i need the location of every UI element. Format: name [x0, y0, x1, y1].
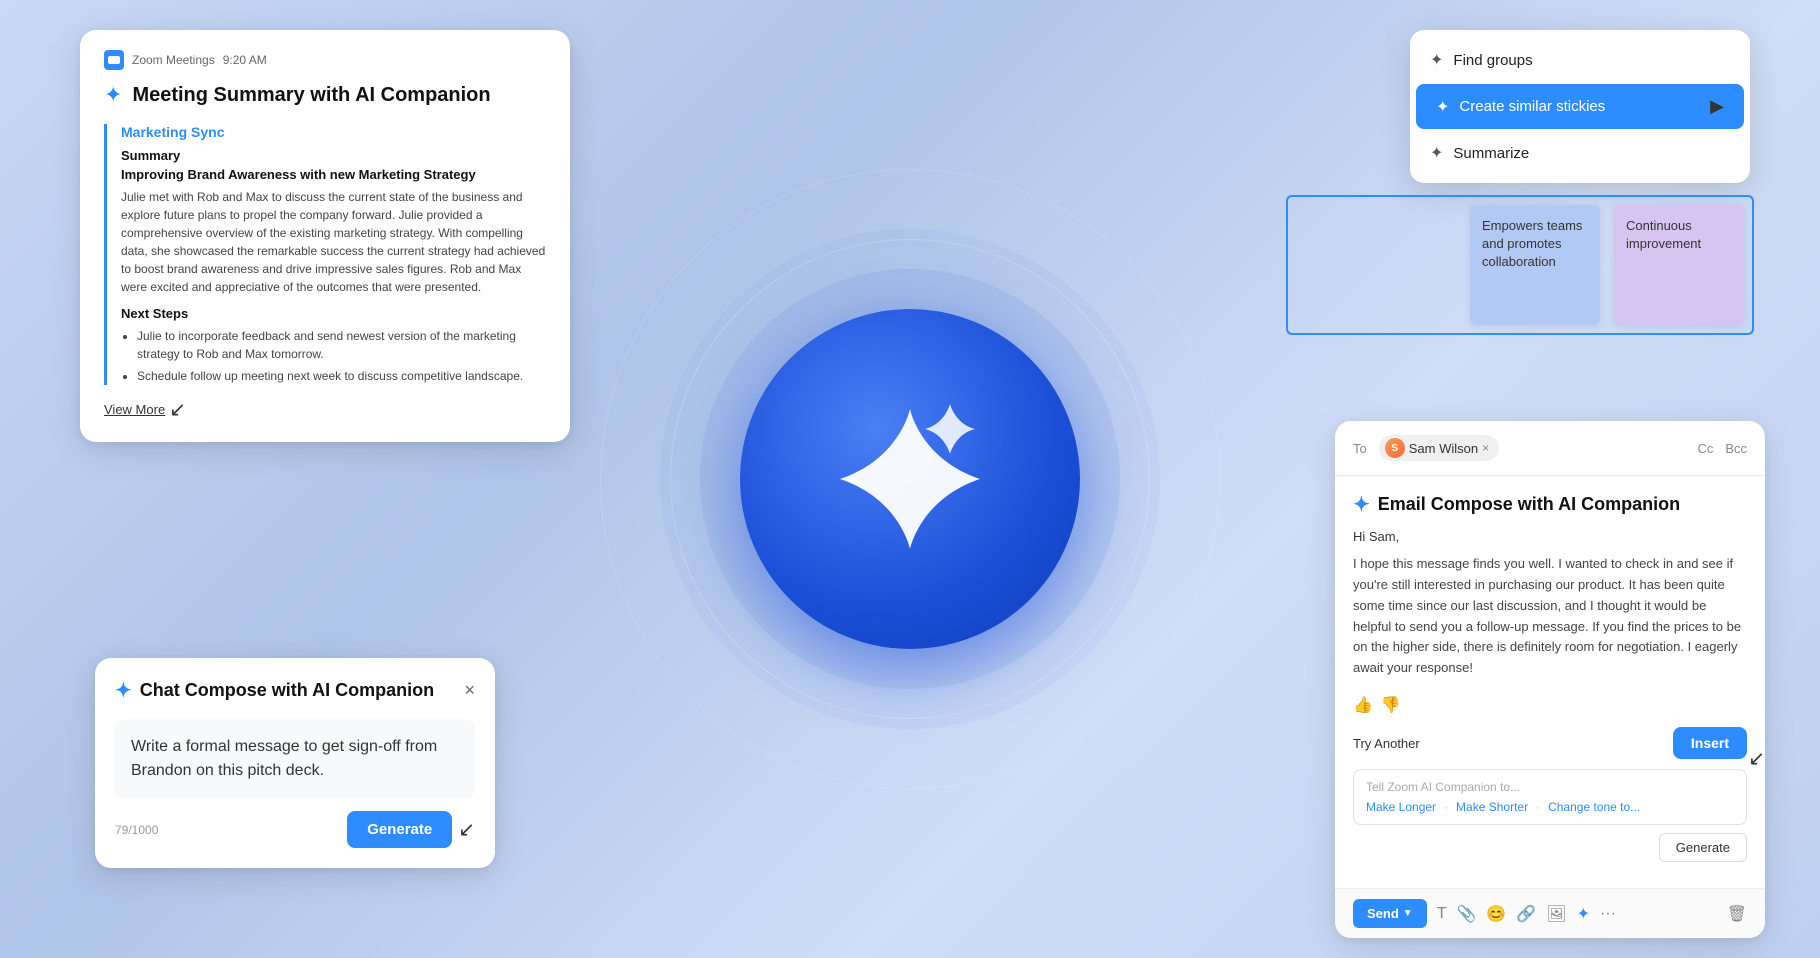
send-label: Send — [1367, 906, 1399, 921]
context-item-summarize[interactable]: ✦ Summarize — [1410, 131, 1750, 175]
email-body-text: I hope this message finds you well. I wa… — [1353, 554, 1747, 679]
email-reactions: 👍 👎 — [1353, 695, 1747, 715]
email-header: To S Sam Wilson × Cc Bcc — [1335, 421, 1765, 476]
email-compose-card: To S Sam Wilson × Cc Bcc ✦ Email Compose… — [1335, 421, 1765, 938]
cursor-right-icon: ▶ — [1710, 96, 1724, 117]
context-menu: ✦ Find groups ✦ Create similar stickies … — [1410, 30, 1750, 183]
chat-compose-card: ✦ Chat Compose with AI Companion × Write… — [95, 658, 495, 868]
email-generate-button[interactable]: Generate — [1659, 833, 1747, 862]
meeting-title-row: ✦ Meeting Summary with AI Companion — [104, 82, 546, 108]
email-generate-row: Generate — [1353, 833, 1747, 862]
bullet-2: Schedule follow up meeting next week to … — [137, 367, 546, 385]
cc-label[interactable]: Cc — [1697, 441, 1713, 456]
insert-button[interactable]: Insert — [1673, 727, 1747, 759]
create-stickies-label: Create similar stickies — [1459, 98, 1605, 115]
char-count: 79/1000 — [115, 823, 158, 837]
zoom-bar: Zoom Meetings 9:20 AM — [104, 50, 546, 70]
thumbs-down-icon[interactable]: 👎 — [1381, 695, 1401, 715]
context-item-find-groups[interactable]: ✦ Find groups — [1410, 38, 1750, 82]
email-prompt-box[interactable]: Tell Zoom AI Companion to... Make Longer… — [1353, 769, 1747, 825]
next-steps-label: Next Steps — [121, 306, 546, 321]
email-greeting: Hi Sam, — [1353, 529, 1747, 544]
change-tone-link[interactable]: Change tone to... — [1548, 800, 1640, 814]
prompt-links-row: Make Longer · Make Shorter · Change tone… — [1366, 800, 1734, 814]
remove-recipient[interactable]: × — [1482, 441, 1489, 455]
close-button[interactable]: × — [464, 680, 475, 701]
email-cc-bcc: Cc Bcc — [1697, 441, 1747, 456]
image-icon[interactable]: 🖼 — [1546, 904, 1566, 924]
cursor-down-icon: ↙ — [169, 397, 186, 422]
bcc-label[interactable]: Bcc — [1725, 441, 1747, 456]
chat-prompt-text: Write a formal message to get sign-off f… — [131, 738, 437, 779]
summarize-icon: ✦ — [1430, 143, 1443, 163]
make-shorter-link[interactable]: Make Shorter — [1456, 800, 1528, 814]
format-text-icon[interactable]: T — [1437, 905, 1447, 923]
sticky-note-blue: Empowers teams and promotes collaboratio… — [1470, 205, 1600, 325]
email-toolbar: Send ▼ T 📎 😊 🔗 🖼 ✦ ··· 🗑 — [1335, 888, 1765, 938]
zoom-logo — [104, 50, 124, 70]
email-prompt-placeholder: Tell Zoom AI Companion to... — [1366, 780, 1734, 794]
sticky-blue-text: Empowers teams and promotes collaboratio… — [1482, 218, 1582, 269]
meeting-summary-card: Zoom Meetings 9:20 AM ✦ Meeting Summary … — [80, 30, 570, 442]
chat-title-text: Chat Compose with AI Companion — [140, 680, 434, 701]
chat-input-area[interactable]: Write a formal message to get sign-off f… — [115, 719, 475, 799]
meeting-body: Julie met with Rob and Max to discuss th… — [121, 188, 546, 296]
zoom-time: 9:20 AM — [223, 53, 267, 67]
create-stickies-icon: ✦ — [1436, 97, 1449, 117]
sticky-area: ✦ Find groups ✦ Create similar stickies … — [1290, 30, 1750, 331]
bullet-1: Julie to incorporate feedback and send n… — [137, 327, 546, 363]
email-title-text: Email Compose with AI Companion — [1378, 494, 1680, 515]
insert-cursor-icon: ↙ — [1748, 746, 1765, 771]
send-dropdown-icon: ▼ — [1403, 908, 1413, 919]
summarize-label: Summarize — [1453, 145, 1529, 162]
recipient-avatar: S — [1385, 438, 1405, 458]
meeting-title: Meeting Summary with AI Companion — [132, 84, 490, 107]
trash-icon[interactable]: 🗑 — [1727, 904, 1747, 924]
chat-header: ✦ Chat Compose with AI Companion × — [115, 678, 475, 703]
meeting-bullets: Julie to incorporate feedback and send n… — [121, 327, 546, 385]
sticky-purple-text: Continuous improvement — [1626, 218, 1701, 251]
ai-orb — [740, 309, 1080, 649]
email-to-row: To S Sam Wilson × — [1353, 435, 1499, 461]
generate-cursor: ↙ — [458, 817, 475, 842]
send-button[interactable]: Send ▼ — [1353, 899, 1427, 928]
email-body: ✦ Email Compose with AI Companion Hi Sam… — [1335, 476, 1765, 888]
find-groups-label: Find groups — [1453, 52, 1532, 69]
make-longer-link[interactable]: Make Longer — [1366, 800, 1436, 814]
email-compose-title: ✦ Email Compose with AI Companion — [1353, 492, 1747, 517]
ai-icon[interactable]: ✦ — [1577, 904, 1590, 924]
chat-title: ✦ Chat Compose with AI Companion — [115, 678, 434, 703]
email-recipient-tag[interactable]: S Sam Wilson × — [1379, 435, 1499, 461]
email-action-row: Try Another Insert ↙ — [1353, 727, 1747, 759]
view-more-link[interactable]: View More — [104, 402, 165, 417]
chat-footer: 79/1000 Generate ↙ — [115, 811, 475, 848]
zoom-app-name: Zoom Meetings — [132, 53, 215, 67]
emoji-icon[interactable]: 😊 — [1486, 904, 1506, 924]
recipient-name: Sam Wilson — [1409, 441, 1478, 456]
generate-button[interactable]: Generate — [347, 811, 452, 848]
meeting-ai-star: ✦ — [104, 82, 122, 108]
email-to-label: To — [1353, 441, 1367, 456]
summary-label: Summary — [121, 148, 546, 163]
meeting-section-name: Marketing Sync — [121, 124, 546, 140]
chat-ai-star: ✦ — [115, 678, 132, 703]
sticky-notes-container: Empowers teams and promotes collaboratio… — [1290, 199, 1750, 331]
ai-star-icon — [830, 399, 990, 559]
thumbs-up-icon[interactable]: 👍 — [1353, 695, 1373, 715]
meeting-subtitle: Improving Brand Awareness with new Marke… — [121, 167, 546, 182]
attachment-icon[interactable]: 📎 — [1456, 904, 1476, 924]
find-groups-icon: ✦ — [1430, 50, 1443, 70]
try-another-button[interactable]: Try Another — [1353, 736, 1420, 751]
context-item-create-stickies[interactable]: ✦ Create similar stickies ▶ — [1416, 84, 1744, 129]
link-icon[interactable]: 🔗 — [1516, 904, 1536, 924]
sticky-note-purple: Continuous improvement — [1614, 205, 1744, 325]
more-options-icon[interactable]: ··· — [1600, 905, 1616, 923]
email-ai-star: ✦ — [1353, 492, 1370, 517]
